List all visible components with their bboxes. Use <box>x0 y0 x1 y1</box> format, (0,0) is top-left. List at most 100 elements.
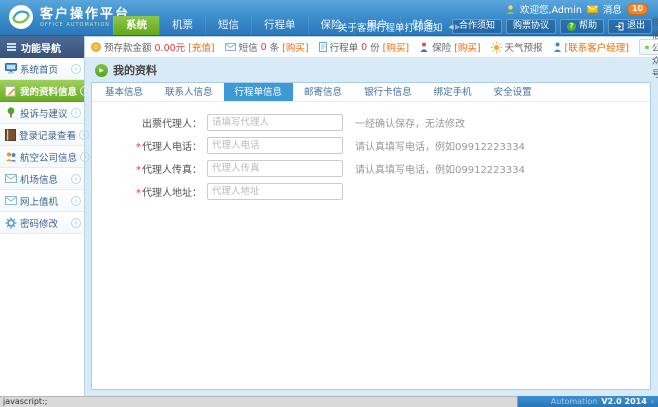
tree-icon <box>5 107 17 118</box>
browser-status-tooltip: javascript:; <box>0 396 518 407</box>
nav-item-tickets[interactable]: 机票 <box>159 16 205 35</box>
message-link[interactable]: 消息 <box>603 2 622 16</box>
nav-item-itinerary[interactable]: 行程单 <box>251 16 308 35</box>
weather-group: 天气预报 <box>491 40 543 54</box>
form-row-agent-phone: *代理人电话： 请认真填写电话，例如09912223334 <box>92 134 650 157</box>
logout-icon <box>615 22 624 31</box>
tab-contact-info[interactable]: 联系人信息 <box>154 83 224 101</box>
header-user-area: 欢迎您,Admin 消息 10 <box>506 2 648 16</box>
chevron-right-icon: › <box>71 196 81 206</box>
manager-group: [联系客户经理] <box>553 40 629 54</box>
logo-swirl-icon <box>8 4 34 30</box>
deposit-group: 预存款金额 0.00元 [充值] <box>91 40 215 54</box>
agent-phone-hint: 请认真填写电话，例如09912223334 <box>355 138 525 153</box>
ticket-agreement-button[interactable]: 购票协议 <box>506 19 556 34</box>
tab-bind-phone[interactable]: 绑定手机 <box>423 83 483 101</box>
required-asterisk: * <box>136 165 141 176</box>
agent-name-hint: 一经确认保存，无法修改 <box>355 115 465 130</box>
page-title: 我的资料 <box>113 62 157 78</box>
itinerary-agent-form: 出票代理人： 一经确认保存，无法修改 *代理人电话： 请认真填写电话，例如099… <box>92 102 650 203</box>
menu-icon <box>7 43 16 51</box>
agent-fax-hint: 请认真填写电话，例如09912223334 <box>355 161 525 176</box>
agent-fax-input[interactable] <box>207 160 343 177</box>
required-asterisk: * <box>136 188 141 199</box>
nav-item-system[interactable]: 系统 <box>113 16 159 35</box>
sidebar-item-login-records[interactable]: 登录记录查看 › <box>0 124 84 146</box>
app-header: 客户操作平台 OFFICE AUTOMATION SYSTEM 欢迎您,Admi… <box>0 0 658 36</box>
form-row-agent-fax: *代理人传真： 请认真填写电话，例如09912223334 <box>92 157 650 180</box>
agent-phone-input[interactable] <box>207 137 343 154</box>
sidebar-item-my-profile[interactable]: 我的资料信息 › <box>0 80 84 102</box>
tab-itinerary-info[interactable]: 行程单信息 <box>224 83 294 101</box>
weather-link[interactable]: 天气预报 <box>505 40 543 54</box>
message-icon[interactable] <box>587 5 598 13</box>
deposit-value: 0.00元 <box>155 40 186 54</box>
wechat-icon <box>645 42 649 53</box>
edit-icon <box>5 85 17 97</box>
chevron-right-icon: › <box>71 64 81 74</box>
sidebar-item-online-checkin[interactable]: 网上值机 › <box>0 190 84 212</box>
wechat-button[interactable]: 微信公众号 <box>639 39 658 55</box>
message-count-badge[interactable]: 10 <box>627 3 648 15</box>
tab-mailing-info[interactable]: 邮寄信息 <box>293 83 353 101</box>
agent-address-input[interactable] <box>207 183 343 200</box>
chevron-right-icon: › <box>71 218 81 228</box>
profile-tabs: 基本信息 联系人信息 行程单信息 邮寄信息 银行卡信息 绑定手机 安全设置 <box>92 83 650 102</box>
sms-envelope-icon <box>225 43 236 51</box>
gear-icon <box>5 217 17 229</box>
agent-name-input[interactable] <box>207 114 343 131</box>
sidebar-header: 功能导航 <box>0 36 84 58</box>
tab-security-settings[interactable]: 安全设置 <box>483 83 543 101</box>
sidebar-item-change-password[interactable]: 密码修改 › <box>0 212 84 234</box>
welcome-text: 欢迎您,Admin <box>520 2 582 16</box>
help-button[interactable]: ? 帮助 <box>560 19 604 34</box>
tab-bank-card-info[interactable]: 银行卡信息 <box>353 83 423 101</box>
footer-version: Automation V2.0 2014 › <box>551 396 654 407</box>
agent-fax-label: *代理人传真： <box>92 161 202 176</box>
agent-name-label: 出票代理人： <box>92 115 202 130</box>
agent-address-label: *代理人地址： <box>92 184 202 199</box>
user-icon <box>506 5 515 14</box>
insurance-person-icon <box>419 42 429 52</box>
chevron-right-icon: › <box>71 174 81 184</box>
sun-icon <box>491 42 502 53</box>
help-icon: ? <box>567 22 576 31</box>
sidebar-item-airlines[interactable]: 航空公司信息 › <box>0 146 84 168</box>
document-icon <box>319 42 327 52</box>
form-row-agent-name: 出票代理人： 一经确认保存，无法修改 <box>92 111 650 134</box>
chevron-right-icon: › <box>79 130 89 140</box>
sidebar-item-airports[interactable]: 机场信息 › <box>0 168 84 190</box>
insurance-group: 保险[购买] <box>419 40 480 54</box>
itinerary-count: 0 <box>361 42 367 53</box>
coin-icon <box>91 42 101 52</box>
notice-link[interactable]: 关于客票行程单打印通知 <box>338 20 443 34</box>
recharge-link[interactable]: [充值] <box>188 40 214 54</box>
footer-arrow-icon: › <box>651 396 654 407</box>
monitor-icon <box>5 63 17 74</box>
buy-sms-link[interactable]: [购买] <box>282 40 308 54</box>
page-title-row: ▶ 我的资料 <box>95 62 157 78</box>
toolbar-right-buttons: 微信公众号 QQ客户 <box>639 39 658 55</box>
profile-panel: 基本信息 联系人信息 行程单信息 邮寄信息 银行卡信息 绑定手机 安全设置 出票… <box>91 82 651 390</box>
form-row-agent-address: *代理人地址： <box>92 180 650 203</box>
sidebar-item-home[interactable]: 系统首页 › <box>0 58 84 80</box>
header-buttons: 合作须知 购票协议 ? 帮助 退出 <box>452 19 652 34</box>
sms-group: 短信 0 条[购买] <box>225 40 309 54</box>
required-asterisk: * <box>136 142 141 153</box>
cooperation-notice-button[interactable]: 合作须知 <box>452 19 502 34</box>
tab-basic-info[interactable]: 基本信息 <box>94 83 154 101</box>
users-icon <box>5 151 17 162</box>
section-play-icon: ▶ <box>95 64 108 77</box>
itinerary-group: 行程单 0 份[购买] <box>319 40 410 54</box>
logout-button[interactable]: 退出 <box>608 19 652 34</box>
buy-insurance-link[interactable]: [购买] <box>454 40 480 54</box>
chevron-right-icon: › <box>80 152 90 162</box>
sidebar-item-feedback[interactable]: 投诉与建议 › <box>0 102 84 124</box>
chevron-right-icon: › <box>71 108 81 118</box>
sidebar: 功能导航 系统首页 › 我的资料信息 › 投诉与建议 › 登录记录查 <box>0 36 85 396</box>
account-toolbar: 预存款金额 0.00元 [充值] 短信 0 条[购买] 行程单 0 份[购买] … <box>85 36 658 58</box>
nav-item-sms[interactable]: 短信 <box>205 16 251 35</box>
buy-itinerary-link[interactable]: [购买] <box>383 40 409 54</box>
contact-manager-link[interactable]: [联系客户经理] <box>565 40 629 54</box>
chevron-right-icon: › <box>80 86 90 96</box>
